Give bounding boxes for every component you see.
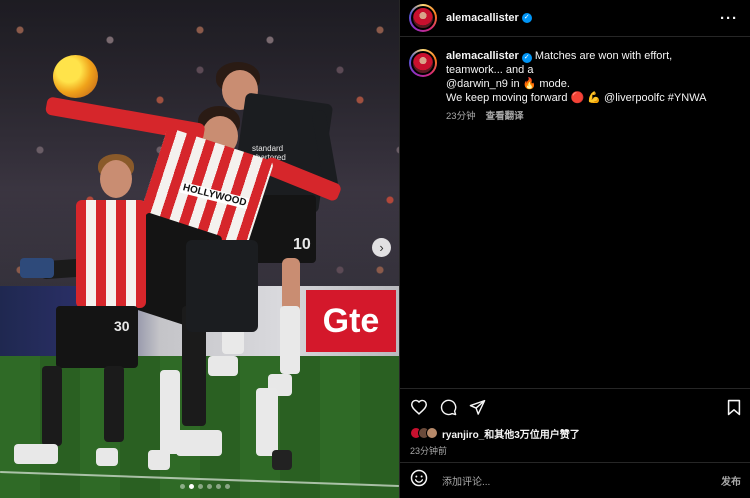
ad-board-logo: Gte bbox=[306, 290, 396, 352]
carousel-dot bbox=[216, 484, 221, 489]
verified-badge-icon: ✓ bbox=[521, 13, 532, 23]
author-username[interactable]: alemacallister bbox=[446, 12, 519, 24]
comment-bar: 添加评论... 发布 bbox=[400, 462, 750, 498]
carousel-dot bbox=[189, 484, 194, 489]
mention-liverpoolfc[interactable]: @liverpoolfc bbox=[604, 92, 665, 104]
author-avatar[interactable] bbox=[409, 4, 437, 32]
like-heart-icon[interactable] bbox=[410, 399, 428, 415]
save-bookmark-icon[interactable] bbox=[727, 399, 741, 416]
mention-darwin[interactable]: @darwin_n9 bbox=[446, 78, 508, 90]
caption-text: mode. bbox=[536, 78, 570, 90]
carousel-dot bbox=[198, 484, 203, 489]
carousel-dot bbox=[225, 484, 230, 489]
next-slide-button[interactable]: › bbox=[372, 238, 391, 257]
fire-emoji: 🔥 bbox=[522, 78, 537, 90]
verified-badge-icon: ✓ bbox=[521, 53, 532, 63]
likes-summary[interactable]: ryanjiro_和其他3万位用户赞了 bbox=[400, 425, 750, 441]
post-header: alemacallister ✓ ··· bbox=[400, 0, 750, 37]
post-media[interactable]: Gte 10 standard chartered HOLLYWOOD bbox=[0, 0, 399, 498]
see-translation-link[interactable]: 查看翻译 bbox=[486, 111, 524, 122]
emoji-smiley-icon[interactable] bbox=[410, 469, 428, 492]
football bbox=[53, 55, 98, 98]
likes-username[interactable]: ryanjiro_ bbox=[442, 430, 484, 441]
hashtag-ynwa[interactable]: #YNWA bbox=[665, 92, 707, 104]
player-number: 30 bbox=[114, 318, 130, 334]
caption-emojis: 🔴 💪 bbox=[570, 92, 605, 104]
comment-input[interactable]: 添加评论... bbox=[442, 473, 721, 488]
more-options-icon[interactable]: ··· bbox=[720, 10, 738, 27]
likes-suffix: 和其他3万位用户赞了 bbox=[484, 429, 580, 441]
caption-username[interactable]: alemacallister bbox=[446, 50, 519, 62]
caption-text: We keep moving forward bbox=[446, 92, 571, 104]
post-caption: alemacallister ✓ Matches are won with eff… bbox=[400, 37, 750, 124]
post-detail-panel: alemacallister ✓ ··· alemacallister ✓ Mat… bbox=[399, 0, 750, 498]
carousel-indicator bbox=[180, 484, 230, 489]
player-number: 10 bbox=[293, 236, 311, 253]
caption-text: in bbox=[507, 78, 523, 90]
post-comment-button[interactable]: 发布 bbox=[721, 473, 741, 488]
comment-icon[interactable] bbox=[440, 399, 457, 416]
carousel-dot bbox=[180, 484, 185, 489]
action-bar bbox=[400, 389, 750, 425]
post-timestamp: 23分钟前 bbox=[410, 446, 448, 456]
liker-avatar bbox=[426, 427, 438, 439]
share-paper-plane-icon[interactable] bbox=[469, 399, 486, 415]
caption-time: 23分钟 bbox=[446, 111, 476, 122]
post-actions-section: ryanjiro_和其他3万位用户赞了 23分钟前 bbox=[400, 388, 750, 459]
caption-avatar[interactable] bbox=[409, 49, 437, 77]
carousel-dot bbox=[207, 484, 212, 489]
